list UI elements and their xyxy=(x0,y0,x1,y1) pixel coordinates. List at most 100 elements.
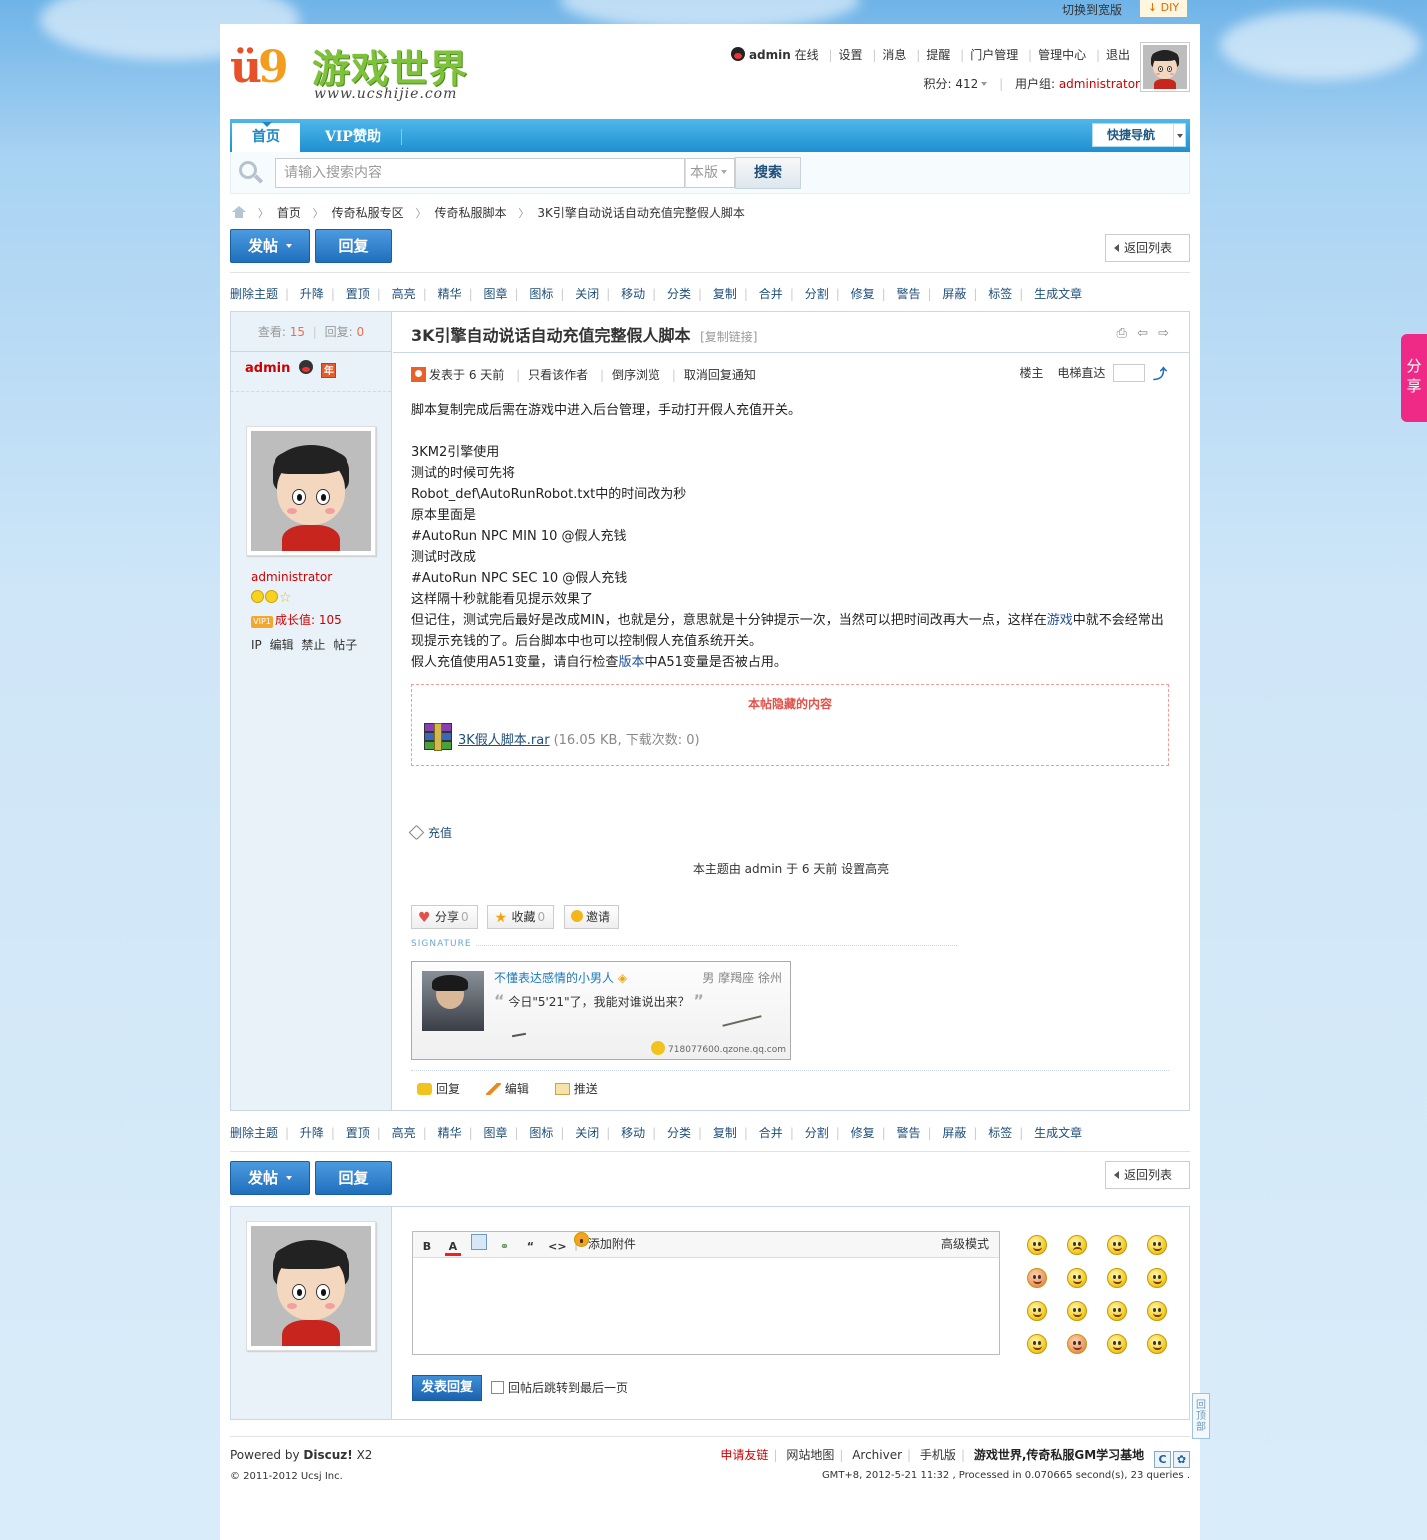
post-edit-button[interactable]: 编辑 xyxy=(485,1082,529,1096)
mod-copy[interactable]: 复制 xyxy=(713,1126,737,1140)
smiley-icon[interactable] xyxy=(1107,1268,1127,1288)
breadcrumb-home[interactable]: 首页 xyxy=(277,206,301,220)
points-dropdown[interactable]: 积分: 412 xyxy=(923,77,988,91)
author-admin-links[interactable]: IP 编辑 禁止 帖子 xyxy=(251,636,357,653)
back-to-list-button[interactable]: 返回列表 xyxy=(1105,1161,1190,1189)
smiley-icon[interactable] xyxy=(1107,1301,1127,1321)
elevator-go-icon[interactable]: ⤴ xyxy=(1153,364,1167,383)
smiley-icon[interactable] xyxy=(1067,1235,1087,1255)
messages-link[interactable]: 消息 xyxy=(882,48,906,62)
mod-bump[interactable]: 升降 xyxy=(300,287,324,301)
mod-stamp[interactable]: 图章 xyxy=(483,1126,507,1140)
elevator-input[interactable] xyxy=(1113,364,1146,382)
copy-link-button[interactable]: [复制链接] xyxy=(700,330,757,344)
apply-link-link[interactable]: 申请友链 xyxy=(720,1448,768,1462)
mod-generate-article[interactable]: 生成文章 xyxy=(1034,287,1082,301)
font-color-icon[interactable]: A xyxy=(444,1240,461,1256)
mod-merge[interactable]: 合并 xyxy=(759,1126,783,1140)
attachment-link[interactable]: 3K假人脚本.rar xyxy=(458,733,550,748)
mod-move[interactable]: 移动 xyxy=(621,287,645,301)
site-name-link[interactable]: 游戏世界,传奇私服GM学习基地 xyxy=(974,1448,1144,1462)
mod-icon[interactable]: 图标 xyxy=(529,287,553,301)
smiley-icon[interactable] xyxy=(1027,1235,1047,1255)
mod-category[interactable]: 分类 xyxy=(667,287,691,301)
mod-copy[interactable]: 复制 xyxy=(713,287,737,301)
reverse-order-link[interactable]: 倒序浏览 xyxy=(612,368,660,382)
user-avatar[interactable] xyxy=(1140,42,1190,92)
mod-digest[interactable]: 精华 xyxy=(438,1126,462,1140)
mod-tag[interactable]: 标签 xyxy=(988,1126,1012,1140)
home-icon[interactable] xyxy=(232,206,246,218)
smiley-icon[interactable] xyxy=(1147,1301,1167,1321)
only-author-link[interactable]: 只看该作者 xyxy=(528,368,588,382)
mod-repair[interactable]: 修复 xyxy=(851,1126,875,1140)
mod-block[interactable]: 屏蔽 xyxy=(942,1126,966,1140)
back-to-list-button[interactable]: 返回列表 xyxy=(1105,234,1190,262)
site-logo[interactable]: ü9 游戏世界 www.ucshijie.com xyxy=(230,38,480,108)
group-value[interactable]: administrator xyxy=(1059,77,1140,91)
nav-tab-vip[interactable]: VIP赞助 xyxy=(308,123,402,152)
breadcrumb-section[interactable]: 传奇私服专区 xyxy=(332,206,404,220)
mod-highlight[interactable]: 高亮 xyxy=(392,1126,416,1140)
smiley-icon[interactable] xyxy=(1147,1334,1167,1354)
mobile-link[interactable]: 手机版 xyxy=(920,1448,956,1462)
smiley-icon[interactable] xyxy=(1067,1268,1087,1288)
smiley-icon[interactable] xyxy=(1027,1334,1047,1354)
breadcrumb-forum[interactable]: 传奇私服脚本 xyxy=(435,206,507,220)
back-to-top-button[interactable]: 回顶部 xyxy=(1192,1393,1210,1439)
mod-repair[interactable]: 修复 xyxy=(851,287,875,301)
reminders-link[interactable]: 提醒 xyxy=(926,48,950,62)
mod-tag[interactable]: 标签 xyxy=(988,287,1012,301)
qzone-link[interactable]: 718077600.qzone.qq.com xyxy=(651,1041,786,1055)
jump-last-page-checkbox[interactable] xyxy=(491,1381,504,1394)
code-icon[interactable]: <> xyxy=(548,1239,566,1255)
mod-delete-thread[interactable]: 删除主题 xyxy=(230,287,278,301)
reply-textarea[interactable] xyxy=(413,1258,999,1354)
search-input[interactable]: 请输入搜索内容 xyxy=(275,158,685,188)
reply-avatar[interactable] xyxy=(246,1221,376,1351)
mod-split[interactable]: 分割 xyxy=(805,287,829,301)
signature-card[interactable]: 不懂表达感情的小男人 ◈ 男 摩羯座 徐州 “ 今日"5'21"了，我能对谁说出… xyxy=(411,961,791,1060)
smiley-icon[interactable] xyxy=(1067,1301,1087,1321)
smiley-icon[interactable] xyxy=(573,1232,589,1247)
online-status[interactable]: 在线 xyxy=(795,48,819,62)
author-group[interactable]: administrator xyxy=(251,570,357,584)
archiver-link[interactable]: Archiver xyxy=(852,1448,902,1462)
mod-sticky[interactable]: 置顶 xyxy=(346,1126,370,1140)
smiley-icon[interactable] xyxy=(1027,1301,1047,1321)
smiley-icon[interactable] xyxy=(1067,1334,1087,1354)
baidu-paw-icon[interactable]: ✿ xyxy=(1173,1451,1190,1468)
author-name[interactable]: admin xyxy=(245,361,290,376)
smiley-icon[interactable] xyxy=(1147,1235,1167,1255)
new-post-button[interactable]: 发帖 xyxy=(230,229,310,263)
reply-button[interactable]: 回复 xyxy=(315,1161,392,1195)
add-attachment-button[interactable]: 添加附件 xyxy=(588,1237,636,1251)
author-avatar[interactable] xyxy=(246,426,376,556)
qq-icon[interactable] xyxy=(298,360,313,374)
mod-icon[interactable]: 图标 xyxy=(529,1126,553,1140)
mod-delete-thread[interactable]: 删除主题 xyxy=(230,1126,278,1140)
mod-close[interactable]: 关闭 xyxy=(575,1126,599,1140)
sitemap-link[interactable]: 网站地图 xyxy=(786,1448,834,1462)
cancel-notify-link[interactable]: 取消回复通知 xyxy=(684,368,756,382)
mod-warn[interactable]: 警告 xyxy=(896,287,920,301)
mod-block[interactable]: 屏蔽 xyxy=(942,287,966,301)
diy-button[interactable]: ↓ DIY xyxy=(1139,0,1188,18)
submit-reply-button[interactable]: 发表回复 xyxy=(412,1375,482,1401)
favorite-button[interactable]: ★ 收藏 0 xyxy=(487,905,555,929)
switch-wide-link[interactable]: 切换到宽版 xyxy=(1062,1,1122,18)
mod-split[interactable]: 分割 xyxy=(805,1126,829,1140)
mod-category[interactable]: 分类 xyxy=(667,1126,691,1140)
post-reply-button[interactable]: 回复 xyxy=(417,1082,460,1096)
username-link[interactable]: admin xyxy=(749,48,791,62)
discuz-link[interactable]: Discuz! xyxy=(303,1448,352,1462)
share-side-tab[interactable]: 分享 xyxy=(1401,334,1427,422)
advanced-mode-link[interactable]: 高级模式 xyxy=(941,1232,989,1257)
smiley-icon[interactable] xyxy=(1107,1334,1127,1354)
mod-highlight[interactable]: 高亮 xyxy=(392,287,416,301)
mod-merge[interactable]: 合并 xyxy=(759,287,783,301)
quick-nav-button[interactable]: 快捷导航 xyxy=(1092,123,1186,147)
logout-link[interactable]: 退出 xyxy=(1106,48,1130,62)
quote-icon[interactable]: “ xyxy=(522,1239,538,1255)
search-button[interactable]: 搜索 xyxy=(735,157,801,189)
